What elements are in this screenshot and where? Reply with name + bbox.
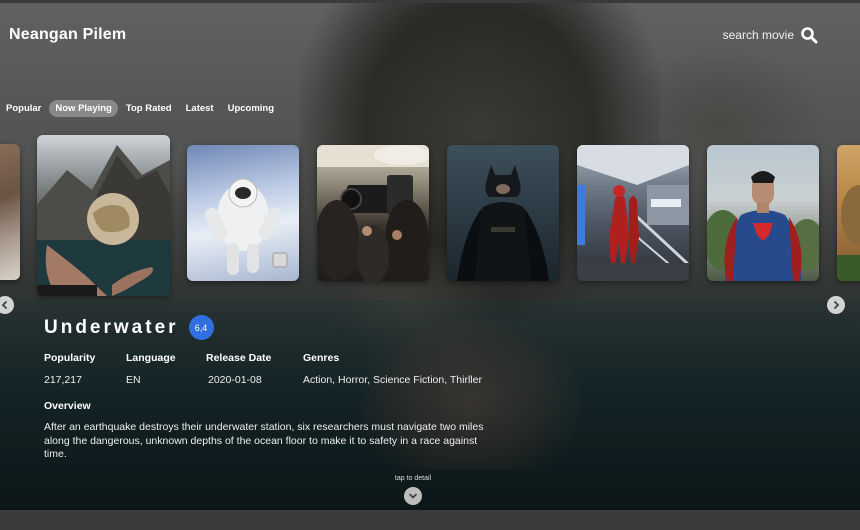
tab-top-rated[interactable]: Top Rated xyxy=(120,100,178,117)
genres-label: Genres xyxy=(303,352,340,364)
tab-upcoming[interactable]: Upcoming xyxy=(222,100,280,117)
overview-label: Overview xyxy=(44,400,91,412)
poster-partial-left[interactable] xyxy=(0,144,20,280)
tab-popular[interactable]: Popular xyxy=(0,100,47,117)
popularity-block: Popularity 217,217 xyxy=(44,352,95,386)
overview-text: After an earthquake destroys their under… xyxy=(44,421,484,460)
rating-badge: 6,4 xyxy=(188,315,214,340)
release-block: Release Date 2020-01-08 xyxy=(206,352,271,386)
poster-film-crew[interactable] xyxy=(317,145,429,281)
movie-title-row: Underwater 6,4 xyxy=(44,315,214,340)
language-label: Language xyxy=(126,352,176,364)
carousel-next-button[interactable] xyxy=(827,296,845,314)
chevron-right-icon[interactable] xyxy=(831,300,841,310)
poster-spiderman[interactable] xyxy=(577,145,689,281)
language-value: EN xyxy=(126,374,141,386)
bottom-bar xyxy=(0,510,860,530)
tap-to-detail-label[interactable]: tap to detail xyxy=(380,475,446,482)
movie-title: Underwater xyxy=(44,316,179,338)
popularity-value: 217,217 xyxy=(44,374,82,386)
search-icon[interactable] xyxy=(800,26,818,44)
popularity-label: Popularity xyxy=(44,352,96,364)
poster-underwater[interactable] xyxy=(37,135,170,296)
tab-now-playing[interactable]: Now Playing xyxy=(49,100,118,117)
detail-button[interactable] xyxy=(404,487,422,505)
poster-superman[interactable] xyxy=(707,145,819,281)
poster-partial-right[interactable] xyxy=(837,145,860,281)
movie-carousel xyxy=(0,134,860,304)
genres-block: Genres Action, Horror, Science Fiction, … xyxy=(303,352,482,386)
release-date-value: 2020-01-08 xyxy=(208,374,262,386)
chevron-left-icon[interactable] xyxy=(0,300,10,310)
category-tabs: Popular Now Playing Top Rated Latest Upc… xyxy=(0,100,282,117)
search-button[interactable]: search movie xyxy=(723,26,818,44)
release-date-label: Release Date xyxy=(206,352,272,364)
language-block: Language EN xyxy=(126,352,176,386)
poster-batman[interactable] xyxy=(447,145,559,281)
tab-latest[interactable]: Latest xyxy=(180,100,220,117)
chevron-down-icon[interactable] xyxy=(408,491,418,501)
genres-value: Action, Horror, Science Fiction, Thirlle… xyxy=(303,374,482,386)
poster-astronaut[interactable] xyxy=(187,145,299,281)
search-label[interactable]: search movie xyxy=(723,28,794,42)
app-brand[interactable]: Neangan Pilem xyxy=(9,26,126,44)
top-edge xyxy=(0,0,860,3)
